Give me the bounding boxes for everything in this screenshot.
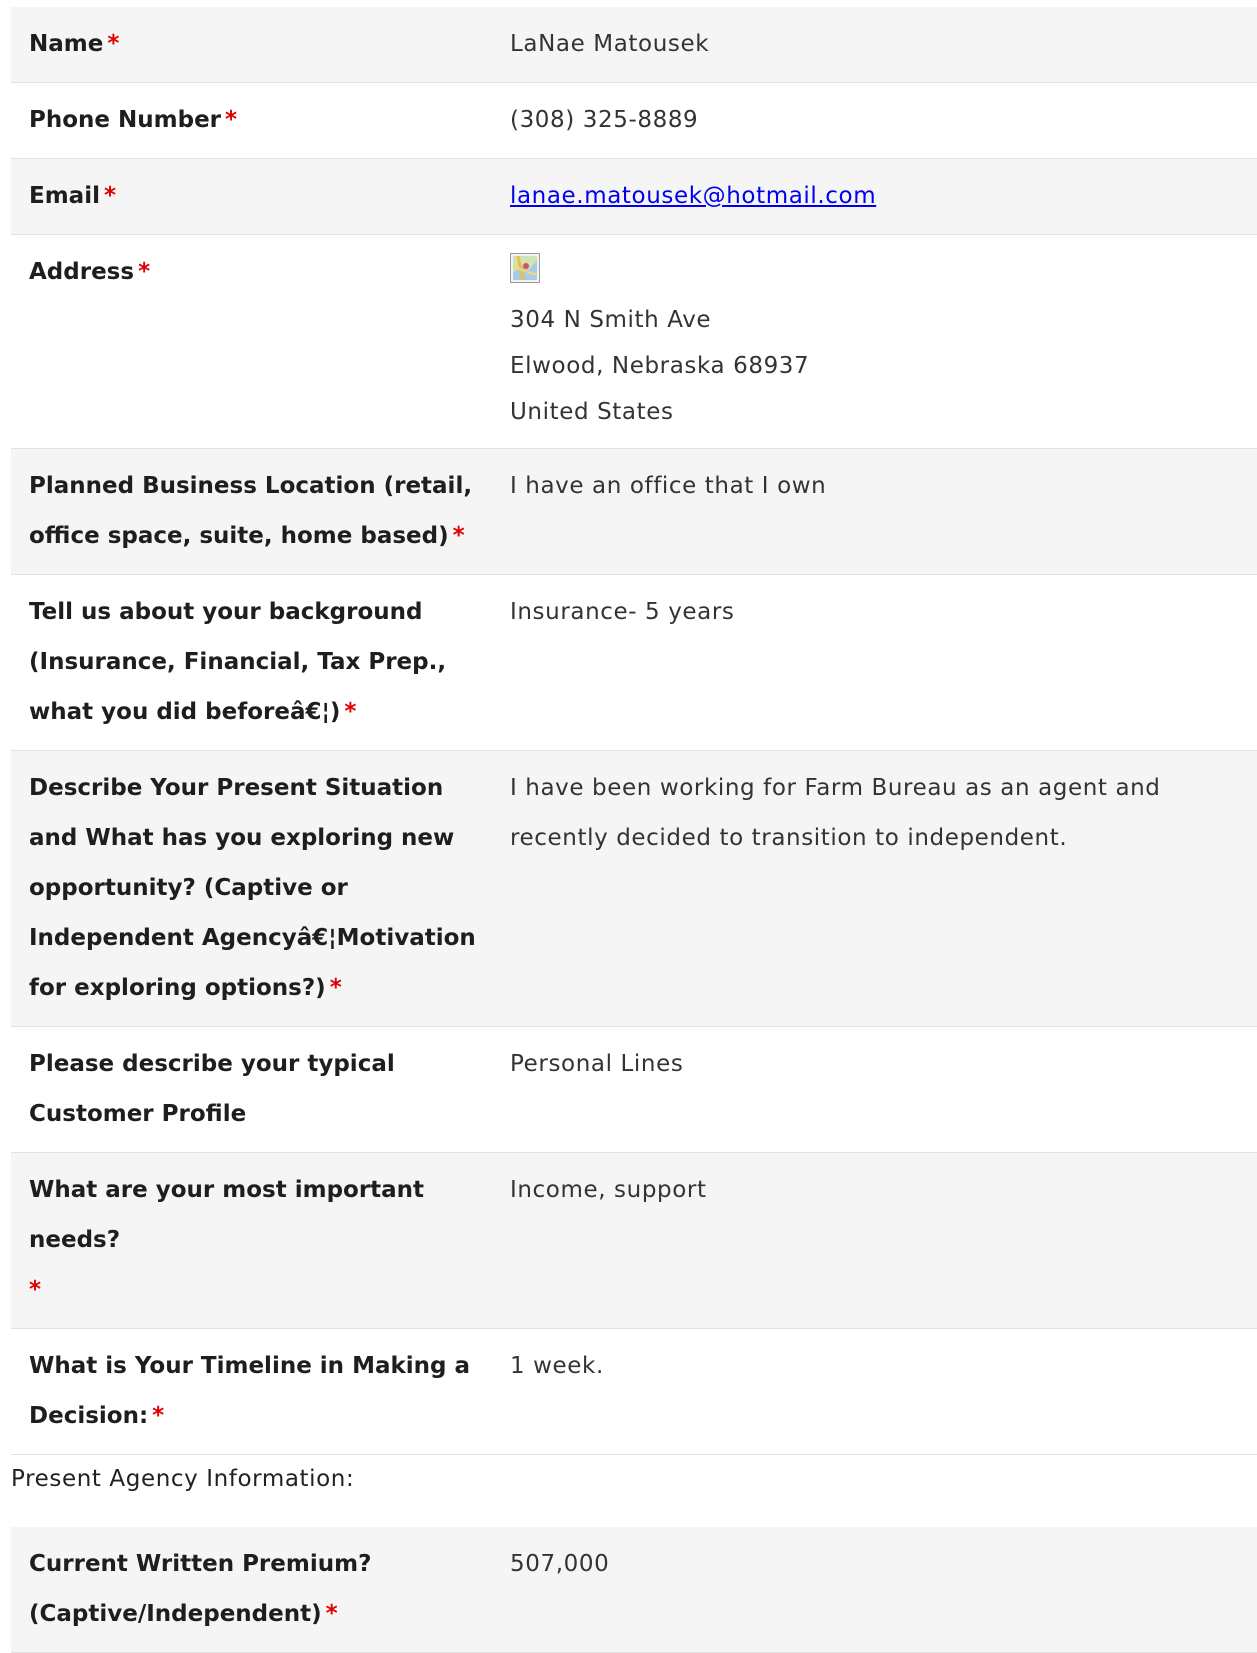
field-row-important-needs: What are your most important needs? * Inc… [11, 1152, 1257, 1329]
required-marker: * [325, 1601, 338, 1627]
field-row-phone: Phone Number * (308) 325-8889 [11, 82, 1257, 159]
field-label: Planned Business Location (retail, offic… [11, 448, 481, 575]
field-value: Income, support [481, 1152, 1257, 1329]
required-marker: * [103, 183, 116, 209]
field-value: 304 N Smith Ave Elwood, Nebraska 68937 U… [481, 234, 1257, 449]
field-label: What is Your Timeline in Making a Decisi… [11, 1328, 481, 1455]
field-value: I have an office that I own [481, 448, 1257, 575]
email-link[interactable]: lanae.matousek@hotmail.com [510, 183, 876, 209]
entry-table-agency: Current Written Premium? (Captive/Indepe… [11, 1527, 1257, 1653]
field-row-address: Address * 304 N Smith Ave Elwood, Nebras… [11, 234, 1257, 449]
field-label: Tell us about your background (Insurance… [11, 574, 481, 751]
field-row-customer-profile: Please describe your typical Customer Pr… [11, 1026, 1257, 1153]
section-heading: Present Agency Information: [11, 1466, 355, 1492]
field-label: Please describe your typical Customer Pr… [11, 1026, 481, 1153]
field-label: Phone Number * [11, 82, 481, 159]
field-row-email: Email * lanae.matousek@hotmail.com [11, 158, 1257, 235]
field-value: LaNae Matousek [481, 7, 1257, 83]
field-value: lanae.matousek@hotmail.com [481, 158, 1257, 235]
map-icon[interactable] [510, 251, 540, 283]
required-marker: * [329, 975, 342, 1001]
address-country: United States [510, 399, 674, 425]
address-city-line: Elwood, Nebraska 68937 [510, 353, 810, 379]
field-label: Describe Your Present Situation and What… [11, 750, 481, 1027]
field-value: I have been working for Farm Bureau as a… [481, 750, 1257, 1027]
required-marker: * [225, 107, 238, 133]
field-label: Address * [11, 234, 481, 449]
required-marker: * [138, 259, 151, 285]
field-value: 1 week. [481, 1328, 1257, 1455]
required-marker: * [152, 1403, 165, 1429]
address-street: 304 N Smith Ave [510, 307, 712, 333]
field-value: Personal Lines [481, 1026, 1257, 1153]
field-row-name: Name * LaNae Matousek [11, 7, 1257, 83]
required-marker: * [107, 31, 120, 57]
field-row-present-situation: Describe Your Present Situation and What… [11, 750, 1257, 1027]
field-label: Name * [11, 7, 481, 83]
field-label: Current Written Premium? (Captive/Indepe… [11, 1527, 481, 1653]
required-marker: * [452, 523, 465, 549]
entry-table-main: Name * LaNae Matousek Phone Number * (308)… [11, 7, 1257, 1455]
field-row-business-location: Planned Business Location (retail, offic… [11, 448, 1257, 575]
field-row-background: Tell us about your background (Insurance… [11, 574, 1257, 751]
field-value: Insurance- 5 years [481, 574, 1257, 751]
required-marker: * [29, 1277, 42, 1303]
required-marker: * [344, 699, 357, 725]
form-entry: Name * LaNae Matousek Phone Number * (308)… [11, 7, 1257, 1653]
field-value: (308) 325-8889 [481, 82, 1257, 159]
field-row-timeline: What is Your Timeline in Making a Decisi… [11, 1328, 1257, 1455]
field-label: What are your most important needs? * [11, 1152, 481, 1329]
field-label: Email * [11, 158, 481, 235]
field-value: 507,000 [481, 1527, 1257, 1653]
field-row-written-premium: Current Written Premium? (Captive/Indepe… [11, 1527, 1257, 1653]
